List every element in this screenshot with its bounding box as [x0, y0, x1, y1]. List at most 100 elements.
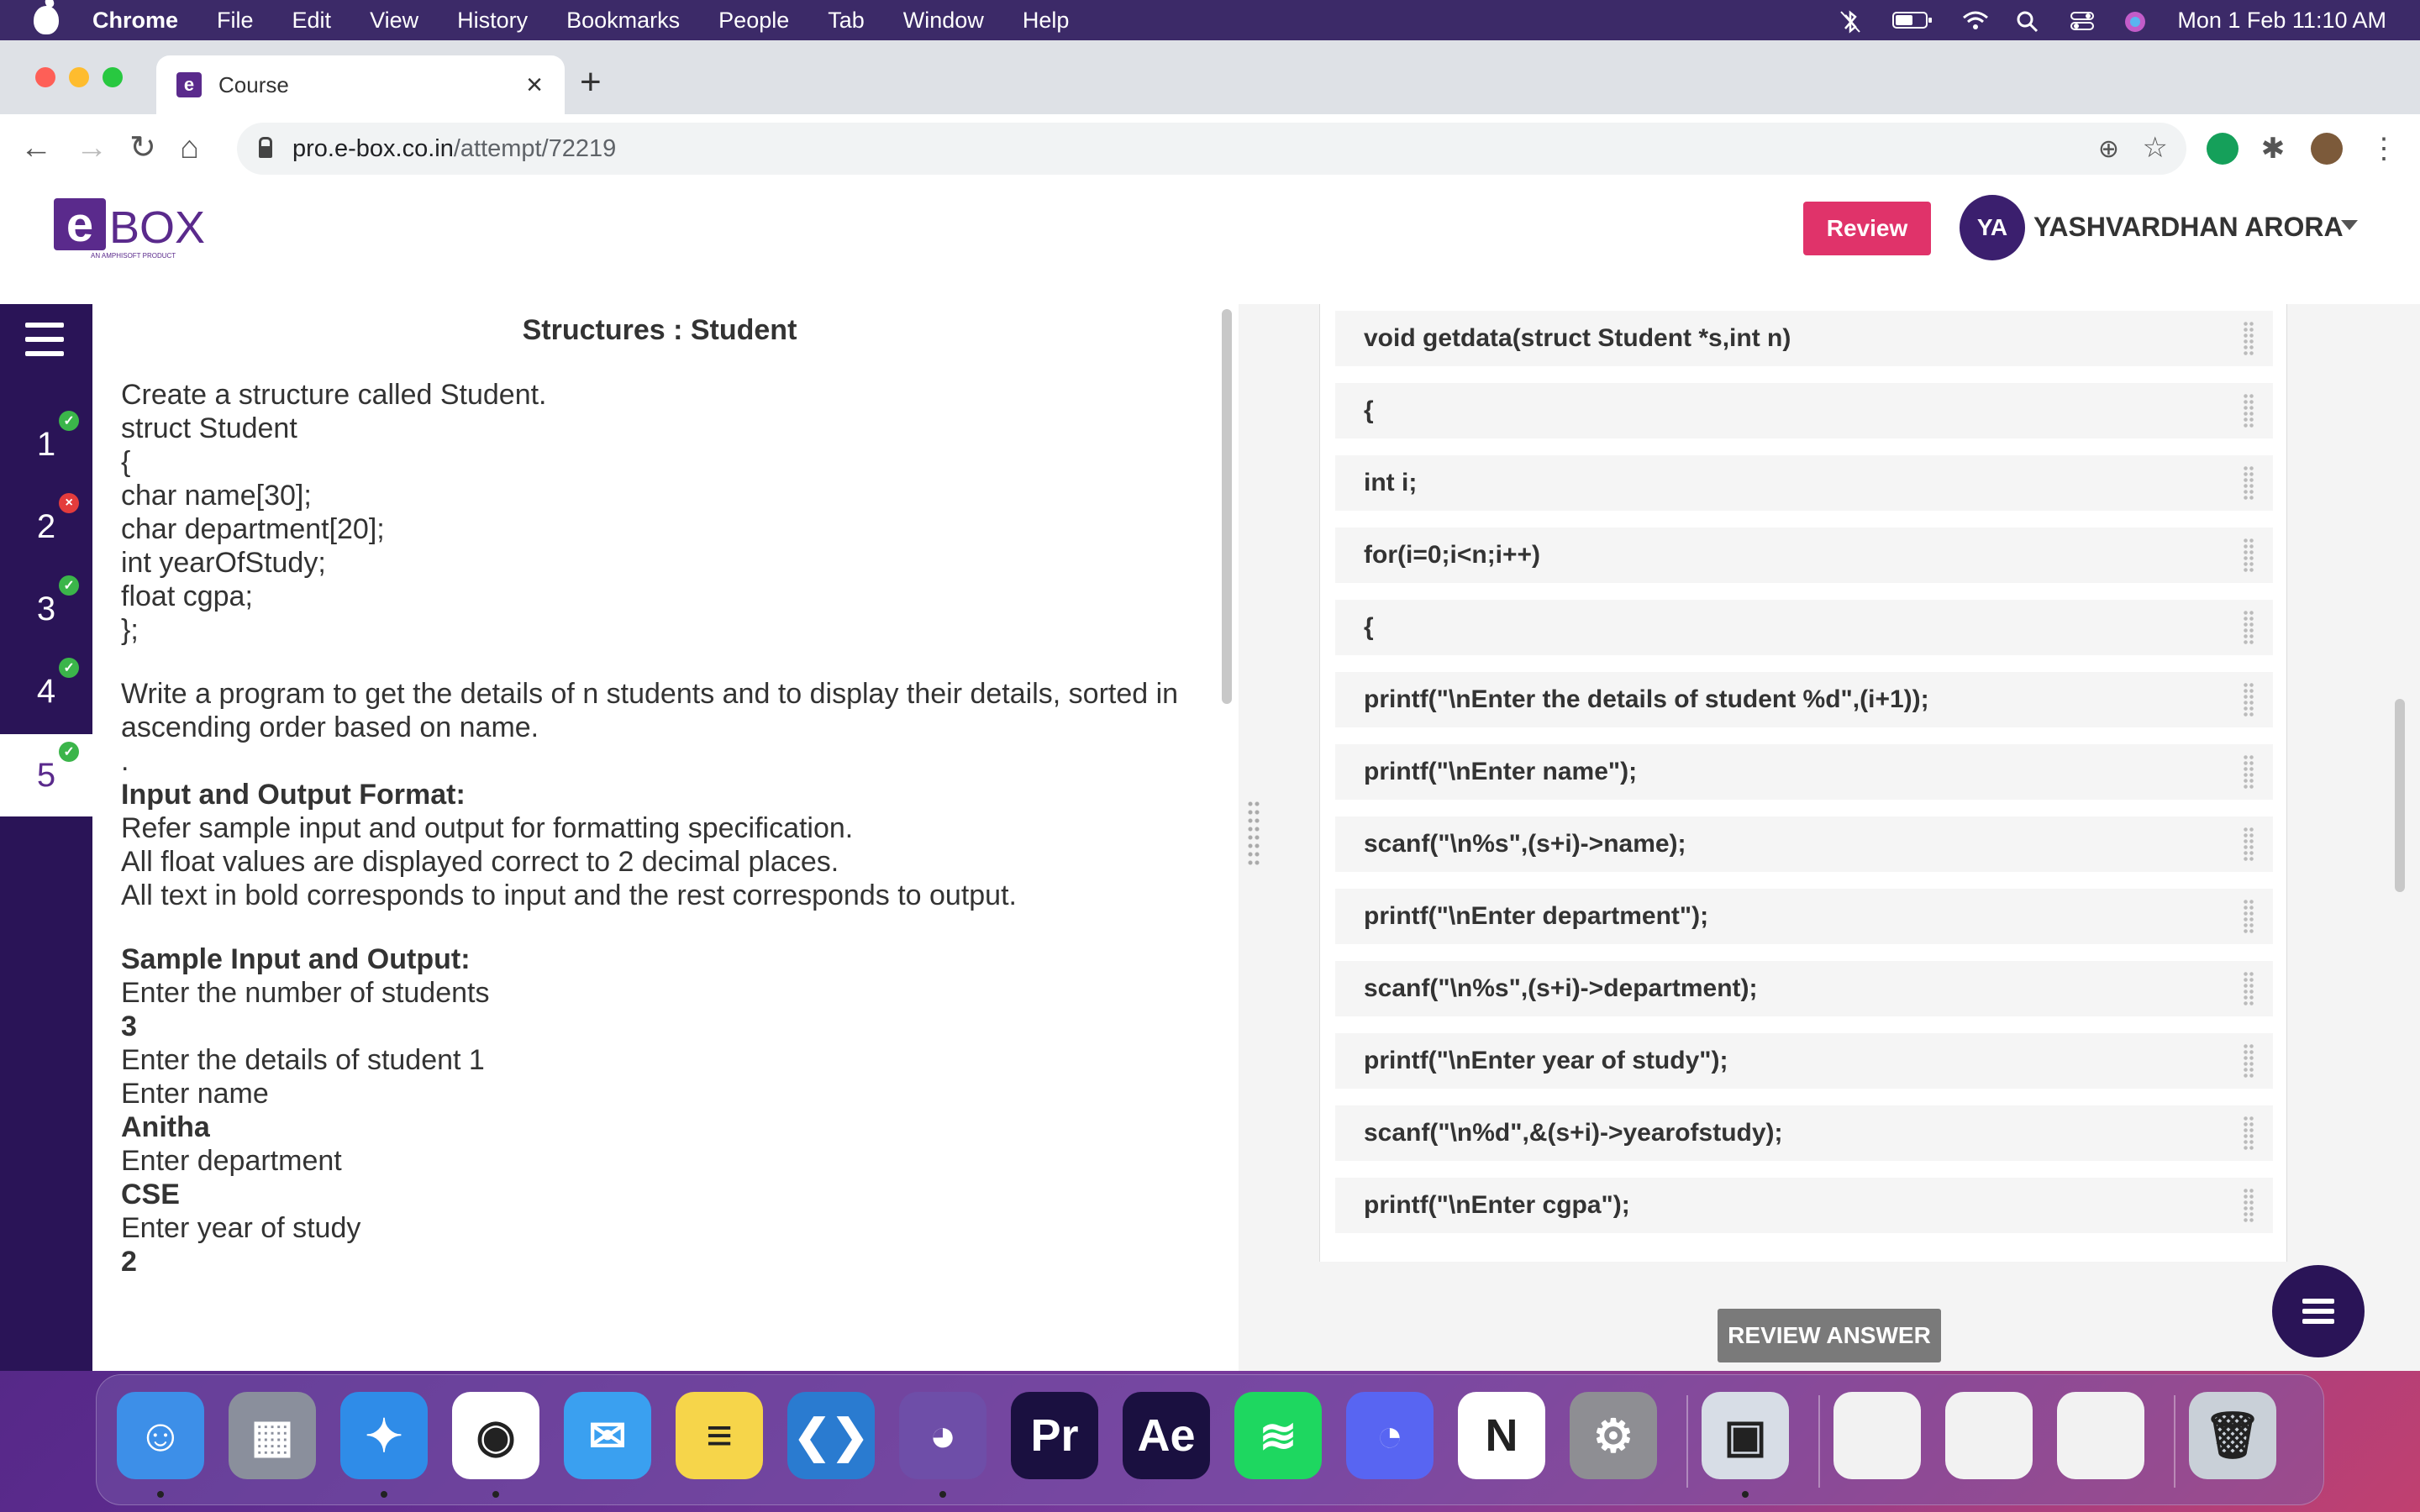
drag-handle-icon[interactable]	[2243, 1188, 2254, 1223]
drag-handle-icon[interactable]	[2243, 1116, 2254, 1151]
code-block[interactable]: for(i=0;i<n;i++)	[1335, 528, 2273, 583]
safari-icon[interactable]: ✦	[340, 1392, 428, 1479]
new-tab-icon[interactable]: +	[580, 64, 602, 101]
drag-handle-icon[interactable]	[2243, 321, 2254, 356]
code-block[interactable]: scanf("\n%d",&(s+i)->yearofstudy);	[1335, 1105, 2273, 1161]
review-answer-button[interactable]: REVIEW ANSWER	[1718, 1309, 1941, 1362]
code-block[interactable]: scanf("\n%s",(s+i)->name);	[1335, 816, 2273, 872]
page-scrollbar[interactable]	[2395, 699, 2405, 892]
after-effects-icon[interactable]: Ae	[1123, 1392, 1210, 1479]
url-text[interactable]: pro.e-box.co.in/attempt/72219	[292, 135, 616, 163]
code-block[interactable]: printf("\nEnter year of study");	[1335, 1033, 2273, 1089]
preview-icon[interactable]: ▣	[1702, 1392, 1789, 1479]
menu-clock[interactable]: Mon 1 Feb 11:10 AM	[2177, 8, 2386, 34]
github-desktop-icon[interactable]: ◕	[899, 1392, 986, 1479]
question-line: Anitha	[121, 1111, 210, 1143]
drag-handle-icon[interactable]	[2243, 538, 2254, 573]
back-icon[interactable]: ←	[20, 131, 52, 165]
close-tab-icon[interactable]: ×	[526, 71, 543, 99]
pane-splitter[interactable]	[1239, 304, 1269, 1371]
finder-icon[interactable]: ☺	[117, 1392, 204, 1479]
lock-icon[interactable]	[259, 137, 272, 158]
question-scrollbar[interactable]	[1222, 309, 1232, 704]
hamburger-menu-icon[interactable]	[25, 323, 64, 356]
maximize-window-button[interactable]	[103, 67, 123, 87]
siri-icon[interactable]	[2123, 10, 2149, 32]
code-block[interactable]: {	[1335, 383, 2273, 438]
code-block[interactable]: printf("\nEnter department");	[1335, 889, 2273, 944]
user-avatar[interactable]: YA	[1960, 195, 2025, 260]
question-nav-item-5[interactable]: 5 ✓	[0, 734, 92, 816]
menu-window[interactable]: Window	[903, 8, 984, 34]
battery-icon[interactable]	[1891, 10, 1933, 30]
recent-window-3-icon[interactable]	[2057, 1392, 2144, 1479]
user-menu-caret-icon[interactable]	[2341, 220, 2358, 230]
user-name[interactable]: YASHVARDHAN ARORA	[2033, 212, 2344, 243]
discord-icon[interactable]: ◔	[1346, 1392, 1434, 1479]
grammarly-extension-icon[interactable]	[2207, 133, 2238, 165]
vscode-icon[interactable]: ❮❯	[787, 1392, 875, 1479]
mail-icon[interactable]: ✉	[564, 1392, 651, 1479]
code-block[interactable]: {	[1335, 600, 2273, 655]
code-block[interactable]: printf("\nEnter cgpa");	[1335, 1178, 2273, 1233]
menu-app-name[interactable]: Chrome	[92, 8, 178, 34]
extensions-puzzle-icon[interactable]: ✱	[2257, 133, 2289, 165]
menu-view[interactable]: View	[370, 8, 418, 34]
menu-file[interactable]: File	[217, 8, 254, 34]
drag-handle-icon[interactable]	[2243, 971, 2254, 1006]
splitter-grip-icon[interactable]	[1247, 800, 1260, 867]
premiere-icon[interactable]: Pr	[1011, 1392, 1098, 1479]
drag-handle-icon[interactable]	[2243, 682, 2254, 717]
code-block[interactable]: void getdata(struct Student *s,int n)	[1335, 311, 2273, 366]
control-center-icon[interactable]	[2070, 10, 2095, 30]
notes-icon[interactable]: ≡	[676, 1392, 763, 1479]
code-block[interactable]: int i;	[1335, 455, 2273, 511]
bluetooth-off-icon[interactable]	[1838, 10, 1863, 34]
address-bar[interactable]: pro.e-box.co.in/attempt/72219 ⊕ ☆	[237, 123, 2186, 175]
recent-window-2-icon[interactable]	[1945, 1392, 2033, 1479]
menu-history[interactable]: History	[457, 8, 528, 34]
drag-handle-icon[interactable]	[2243, 1043, 2254, 1079]
ebox-logo[interactable]: e BOX AN AMPHISOFT PRODUCT	[54, 197, 205, 260]
spotify-icon[interactable]: ≋	[1234, 1392, 1322, 1479]
chrome-menu-icon[interactable]: ⋮	[2368, 133, 2400, 165]
code-block[interactable]: printf("\nEnter name");	[1335, 744, 2273, 800]
close-window-button[interactable]	[35, 67, 55, 87]
question-nav-item-1[interactable]: 1 ✓	[0, 403, 92, 486]
browser-tab[interactable]: e Course ×	[156, 55, 565, 114]
notion-icon[interactable]: N	[1458, 1392, 1545, 1479]
floating-menu-button[interactable]	[2272, 1265, 2365, 1357]
recent-window-1-icon[interactable]	[1833, 1392, 1921, 1479]
minimize-window-button[interactable]	[69, 67, 89, 87]
home-icon[interactable]: ⌂	[180, 131, 199, 165]
drag-handle-icon[interactable]	[2243, 465, 2254, 501]
menu-tab[interactable]: Tab	[828, 8, 865, 34]
system-preferences-icon[interactable]: ⚙	[1570, 1392, 1657, 1479]
bookmark-star-icon[interactable]: ☆	[2143, 131, 2168, 165]
profile-avatar-icon[interactable]	[2311, 133, 2343, 165]
question-nav-item-2[interactable]: 2 ×	[0, 486, 92, 568]
drag-handle-icon[interactable]	[2243, 393, 2254, 428]
review-button[interactable]: Review	[1803, 202, 1931, 255]
question-nav-item-3[interactable]: 3 ✓	[0, 568, 92, 650]
chrome-icon[interactable]: ◉	[452, 1392, 539, 1479]
menu-bookmarks[interactable]: Bookmarks	[566, 8, 680, 34]
trash-icon[interactable]: 🗑	[2189, 1392, 2276, 1479]
code-block[interactable]: printf("\nEnter the details of student %…	[1335, 672, 2273, 727]
menu-edit[interactable]: Edit	[292, 8, 332, 34]
code-block[interactable]: scanf("\n%s",(s+i)->department);	[1335, 961, 2273, 1016]
forward-icon[interactable]: →	[76, 131, 108, 165]
drag-handle-icon[interactable]	[2243, 754, 2254, 790]
launchpad-icon[interactable]: ▦	[229, 1392, 316, 1479]
drag-handle-icon[interactable]	[2243, 827, 2254, 862]
wifi-icon[interactable]	[1962, 10, 1989, 30]
spotlight-search-icon[interactable]	[2016, 10, 2041, 33]
apple-menu-icon[interactable]	[34, 6, 59, 34]
reload-icon[interactable]: ↻	[129, 131, 156, 165]
drag-handle-icon[interactable]	[2243, 610, 2254, 645]
menu-help[interactable]: Help	[1023, 8, 1070, 34]
menu-people[interactable]: People	[718, 8, 789, 34]
question-nav-item-4[interactable]: 4 ✓	[0, 650, 92, 732]
drag-handle-icon[interactable]	[2243, 899, 2254, 934]
zoom-icon[interactable]: ⊕	[2098, 134, 2119, 164]
